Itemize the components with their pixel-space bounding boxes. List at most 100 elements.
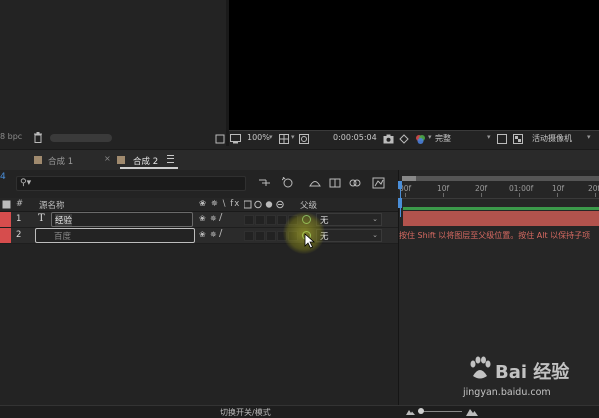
collapse-switch-icon[interactable]: ✵ xyxy=(210,230,217,239)
tab-comp-1[interactable]: 合成 1 xyxy=(48,155,73,167)
region-toggle-icon[interactable] xyxy=(497,134,507,144)
collapse-switch-icon[interactable]: ✵ xyxy=(210,214,217,223)
layer-label-color[interactable] xyxy=(0,212,11,227)
layer-search-input[interactable]: ⚲▾ xyxy=(16,176,246,191)
project-scrollbar[interactable] xyxy=(50,134,112,142)
hamburger-menu-icon[interactable] xyxy=(167,155,174,163)
shy-switch-icon[interactable]: ❀ xyxy=(199,214,206,223)
camera-snapshot-icon[interactable] xyxy=(383,134,394,144)
text-layer-icon: T xyxy=(38,213,45,224)
effect-switch[interactable] xyxy=(244,215,254,225)
grid-guides-icon[interactable] xyxy=(279,134,289,144)
shy-switch-icon[interactable]: ❀ xyxy=(199,230,206,239)
chevron-down-icon: ⌄ xyxy=(372,215,378,223)
zoom-slider-track[interactable] xyxy=(418,411,462,412)
layer-label-color[interactable] xyxy=(0,228,11,243)
composition-mini-flowchart-icon[interactable] xyxy=(258,177,272,189)
channel-rgb-icon[interactable] xyxy=(415,134,426,145)
zoom-select[interactable]: 100% xyxy=(247,133,270,142)
ruler-tick xyxy=(557,193,558,197)
zoom-out-mountain-icon[interactable] xyxy=(406,408,415,415)
layer-name-field[interactable]: 经验 xyxy=(51,212,193,227)
mouse-cursor-icon xyxy=(304,233,316,249)
graph-editor-icon[interactable] xyxy=(372,177,386,189)
ruler-tick xyxy=(519,193,520,197)
active-camera-select[interactable]: 活动摄像机 xyxy=(532,133,572,144)
motion-blur-icon[interactable] xyxy=(348,177,362,189)
zoom-in-mountain-icon[interactable] xyxy=(466,407,478,416)
bit-depth-button[interactable]: 8 bpc xyxy=(0,132,22,141)
mask-visibility-icon[interactable] xyxy=(299,134,309,144)
label-column-icon xyxy=(2,200,11,209)
layer-name: 百度 xyxy=(54,232,72,242)
close-icon[interactable]: × xyxy=(104,154,111,163)
chevron-down-icon: ▾ xyxy=(487,133,491,141)
ruler-label: 01:00f xyxy=(509,184,534,193)
watermark-url: jingyan.baidu.com xyxy=(463,387,551,398)
current-time[interactable]: 0:00:05:04 xyxy=(333,133,377,142)
layer-row[interactable]: 2 T 百度 ❀ ✵ / 无 ⌄ xyxy=(0,228,398,244)
ruler-label: 20f xyxy=(588,184,599,193)
tab-comp-2[interactable]: 合成 2 xyxy=(133,155,158,167)
column-number[interactable]: # xyxy=(16,199,23,209)
frame-blend-switch[interactable] xyxy=(255,231,265,241)
work-area-bar[interactable] xyxy=(403,207,599,210)
zoom-slider-knob[interactable] xyxy=(418,408,424,414)
composition-color-icon xyxy=(117,156,125,164)
column-parent[interactable]: 父级 xyxy=(300,199,317,211)
show-snapshot-icon[interactable] xyxy=(399,134,409,144)
search-icon: ⚲▾ xyxy=(20,178,32,188)
time-ruler[interactable] xyxy=(398,181,599,199)
paw-logo-icon xyxy=(470,356,491,379)
ruler-tick xyxy=(405,193,406,197)
transparency-grid-icon[interactable] xyxy=(513,134,523,144)
toggle-switches-modes-button[interactable]: 切换开关/模式 xyxy=(220,407,271,418)
motion-blur-switch[interactable] xyxy=(266,231,276,241)
frame-blending-icon[interactable] xyxy=(328,177,342,189)
monitor-icon[interactable] xyxy=(230,134,241,144)
ruler-label: 10f xyxy=(437,184,450,193)
layer-number: 1 xyxy=(16,214,22,224)
parenting-hint: 按住 Shift 以将图层至父级位置。按住 Alt 以保持子项 xyxy=(399,231,591,240)
active-tab-indicator xyxy=(120,167,178,169)
effect-switch[interactable] xyxy=(244,231,254,241)
comp-button-marker[interactable] xyxy=(398,198,402,208)
chevron-down-icon: ▾ xyxy=(291,133,295,141)
chevron-down-icon: ▾ xyxy=(269,133,273,141)
side-marker: 4 xyxy=(0,172,6,182)
playhead-handle[interactable] xyxy=(398,181,402,189)
column-switches[interactable]: ❀ ✵ \ fx xyxy=(199,199,240,209)
ruler-label: 20f xyxy=(475,184,488,193)
timeline-tab-bar: 合成 1 × 合成 2 xyxy=(0,149,599,170)
layer-list-empty-area[interactable] xyxy=(0,244,398,405)
quality-switch-icon[interactable]: / xyxy=(219,212,222,223)
layer-row[interactable]: 1 T 经验 ❀ ✵ / 无 ⌄ xyxy=(0,212,398,228)
parent-select[interactable]: 无 ⌄ xyxy=(316,213,382,226)
column-source-name[interactable]: 源名称 xyxy=(39,199,65,211)
resolution-select[interactable]: 完整 xyxy=(435,133,451,144)
baidu-jingyan-watermark: Bai 经验 jingyan.baidu.com xyxy=(455,352,595,402)
parent-select[interactable]: 无 ⌄ xyxy=(316,229,382,242)
region-of-interest-icon[interactable] xyxy=(215,134,225,144)
layer-number: 2 xyxy=(16,230,22,240)
trash-icon[interactable] xyxy=(33,132,43,143)
ruler-tick xyxy=(481,193,482,197)
draft-3d-icon[interactable] xyxy=(282,177,296,189)
project-footer: 8 bpc xyxy=(0,131,226,146)
quality-switch-icon[interactable]: / xyxy=(219,228,222,239)
chevron-down-icon: ▾ xyxy=(428,133,432,141)
chevron-down-icon: ▾ xyxy=(587,133,591,141)
frame-blend-switch[interactable] xyxy=(255,215,265,225)
hide-shy-layers-icon[interactable] xyxy=(308,177,322,189)
watermark-brand: Bai 经验 xyxy=(495,362,570,383)
composition-viewer[interactable] xyxy=(229,0,599,130)
switch-header-icons xyxy=(244,200,284,209)
layer-name-field[interactable]: 百度 xyxy=(35,228,195,243)
motion-blur-switch[interactable] xyxy=(266,215,276,225)
viewer-toolbar: 100% ▾ ▾ 0:00:05:04 ▾ 完整 ▾ 活动摄像机 ▾ xyxy=(215,130,599,147)
layer-name: 经验 xyxy=(55,214,73,226)
layer-duration-bar[interactable] xyxy=(403,211,599,226)
project-panel xyxy=(0,0,226,146)
ruler-tick xyxy=(443,193,444,197)
layer-column-header: # 源名称 ❀ ✵ \ fx 父级 xyxy=(0,198,398,212)
